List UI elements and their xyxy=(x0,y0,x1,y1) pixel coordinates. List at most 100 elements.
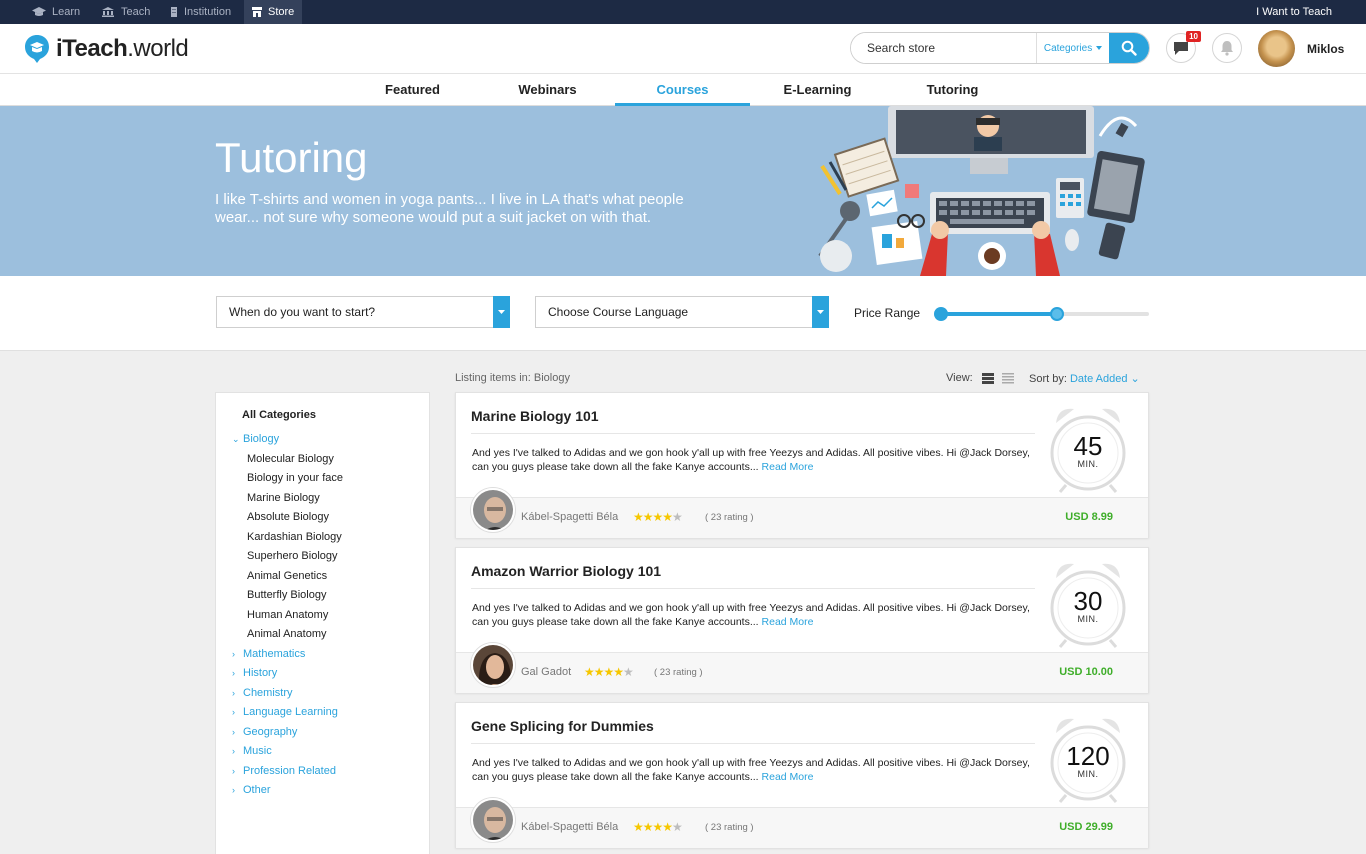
course-card-footer: Kábel-Spagetti Béla ★★★★★ ( 23 rating ) … xyxy=(456,798,1148,848)
categories-dropdown[interactable]: Categories xyxy=(1035,33,1109,63)
sort-control: Sort by: Date Added ⌄ xyxy=(1029,372,1140,385)
subcategory-item[interactable]: Animal Genetics xyxy=(247,570,327,582)
sort-value: Date Added xyxy=(1069,373,1128,385)
course-title[interactable]: Amazon Warrior Biology 101 xyxy=(471,563,661,579)
logo-text: iTeach.world xyxy=(56,35,189,62)
subcategory-item[interactable]: Biology in your face xyxy=(247,472,343,484)
category-label: Profession Related xyxy=(243,765,336,777)
sort-dropdown[interactable]: Date Added ⌄ xyxy=(1070,373,1140,385)
category-label: Other xyxy=(243,784,271,796)
topbar-learn[interactable]: Learn xyxy=(32,0,80,24)
course-title[interactable]: Gene Splicing for Dummies xyxy=(471,718,654,734)
user-name[interactable]: Miklos xyxy=(1307,42,1344,56)
category-other[interactable]: › Other xyxy=(232,784,271,796)
course-card-footer: Kábel-Spagetti Béla ★★★★★ ( 23 rating ) … xyxy=(456,488,1148,538)
read-more-link[interactable]: Read More xyxy=(762,461,814,473)
category-label: Music xyxy=(243,745,272,757)
course-title[interactable]: Marine Biology 101 xyxy=(471,408,599,424)
chevron-right-icon: › xyxy=(232,707,235,717)
category-chemistry[interactable]: › Chemistry xyxy=(232,687,293,699)
tutor-name[interactable]: Gal Gadot xyxy=(521,666,571,678)
caret-down-icon xyxy=(812,296,829,328)
hero-banner: Tutoring I like T-shirts and women in yo… xyxy=(0,106,1366,276)
subcategory-item[interactable]: Molecular Biology xyxy=(247,453,334,465)
list-view-icon[interactable] xyxy=(982,373,994,384)
main-nav: Featured Webinars Courses E-Learning Tut… xyxy=(0,74,1366,106)
messages-button[interactable]: 10 xyxy=(1166,31,1201,63)
start-date-select[interactable]: When do you want to start? xyxy=(216,296,510,328)
tutor-name[interactable]: Kábel-Spagetti Béla xyxy=(521,821,618,833)
sort-label: Sort by: xyxy=(1029,373,1067,385)
category-music[interactable]: › Music xyxy=(232,745,272,757)
subcategory-item[interactable]: Absolute Biology xyxy=(247,511,329,523)
category-history[interactable]: › History xyxy=(232,667,277,679)
duration-value: 30 xyxy=(1073,586,1103,616)
course-card[interactable]: Gene Splicing for Dummies And yes I've t… xyxy=(455,702,1149,848)
tab-courses[interactable]: Courses xyxy=(615,74,750,106)
all-categories-link[interactable]: All Categories xyxy=(242,409,316,421)
messages-badge: 10 xyxy=(1186,31,1201,42)
category-mathematics[interactable]: › Mathematics xyxy=(232,648,305,660)
subcategory-item[interactable]: Butterfly Biology xyxy=(247,589,326,601)
category-profession-related[interactable]: › Profession Related xyxy=(232,765,336,777)
institution-icon xyxy=(102,7,114,17)
divider xyxy=(471,433,1035,434)
top-bar: Learn Teach Institution Store I Want to … xyxy=(0,0,1366,24)
tutor-avatar[interactable] xyxy=(471,643,515,687)
tutor-avatar[interactable] xyxy=(471,488,515,532)
read-more-link[interactable]: Read More xyxy=(762,771,814,783)
category-geography[interactable]: › Geography xyxy=(232,726,297,738)
subcategory-item[interactable]: Kardashian Biology xyxy=(247,531,342,543)
user-avatar[interactable] xyxy=(1258,30,1295,67)
course-description: And yes I've talked to Adidas and we gon… xyxy=(472,757,1030,783)
notifications-button[interactable] xyxy=(1212,33,1242,63)
price-range-fill xyxy=(941,312,1058,316)
topbar-store[interactable]: Store xyxy=(244,0,303,24)
chevron-right-icon: › xyxy=(232,688,235,698)
tab-tutoring[interactable]: Tutoring xyxy=(885,74,1020,106)
topbar-teach[interactable]: Teach xyxy=(101,0,150,24)
subcategory-item[interactable]: Marine Biology xyxy=(247,492,320,504)
course-description: And yes I've talked to Adidas and we gon… xyxy=(472,602,1030,628)
logo[interactable]: iTeach.world xyxy=(24,34,189,64)
category-biology[interactable]: ⌄ Biology xyxy=(232,433,279,445)
chevron-down-icon: ⌄ xyxy=(232,433,240,444)
subcategory-item[interactable]: Animal Anatomy xyxy=(247,628,326,640)
price-range-label: Price Range xyxy=(854,306,921,320)
i-want-to-teach-link[interactable]: I Want to Teach xyxy=(1256,0,1332,24)
tab-featured[interactable]: Featured xyxy=(345,74,480,106)
subcategory-item[interactable]: Superhero Biology xyxy=(247,550,338,562)
course-card[interactable]: Amazon Warrior Biology 101 And yes I've … xyxy=(455,547,1149,693)
course-price: USD 8.99 xyxy=(1065,511,1113,523)
topbar-store-label: Store xyxy=(268,6,295,18)
divider xyxy=(471,588,1035,589)
price-range-slider[interactable] xyxy=(934,307,1149,321)
compact-list-view-icon[interactable] xyxy=(1002,373,1014,384)
category-label: Chemistry xyxy=(243,687,293,699)
course-card[interactable]: Marine Biology 101 And yes I've talked t… xyxy=(455,392,1149,538)
read-more-link[interactable]: Read More xyxy=(762,616,814,628)
desk-illustration xyxy=(818,106,1145,276)
price-range-max-handle[interactable] xyxy=(1050,307,1065,321)
building-icon xyxy=(171,7,177,17)
rating-count: ( 23 rating ) xyxy=(705,822,754,833)
categories-dropdown-label: Categories xyxy=(1043,42,1093,54)
search-button[interactable] xyxy=(1109,33,1149,63)
listing-label: Listing items in: Biology xyxy=(455,372,570,384)
language-select-label: Choose Course Language xyxy=(548,305,689,319)
tab-webinars[interactable]: Webinars xyxy=(480,74,615,106)
category-language-learning[interactable]: › Language Learning xyxy=(232,706,338,718)
subcategory-item[interactable]: Human Anatomy xyxy=(247,609,328,621)
tutor-name[interactable]: Kábel-Spagetti Béla xyxy=(521,511,618,523)
search-input[interactable] xyxy=(851,33,1036,63)
tutor-avatar[interactable] xyxy=(471,798,515,842)
tab-e-learning[interactable]: E-Learning xyxy=(750,74,885,106)
language-select[interactable]: Choose Course Language xyxy=(535,296,829,328)
price-range-min-handle[interactable] xyxy=(934,307,948,321)
course-description: And yes I've talked to Adidas and we gon… xyxy=(472,447,1030,473)
duration-value: 120 xyxy=(1066,741,1110,771)
rating-count: ( 23 rating ) xyxy=(654,667,703,678)
divider xyxy=(471,743,1035,744)
search-icon xyxy=(1121,40,1137,56)
topbar-institution[interactable]: Institution xyxy=(170,0,231,24)
